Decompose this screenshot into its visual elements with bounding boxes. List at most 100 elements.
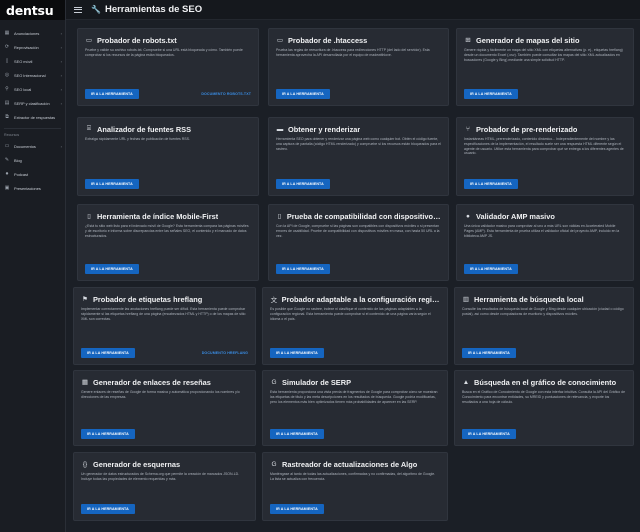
tool-card-footer: IR A LA HERRAMIENTA: [85, 264, 251, 274]
tool-card-footer: IR A LA HERRAMIENTA: [276, 264, 441, 274]
tool-card-header: {} Generador de esquernas: [81, 459, 248, 469]
sidebar-item-label: SERP y clasificación: [14, 100, 50, 106]
sidebar-item-r0[interactable]: ▭ Documentos ›: [0, 139, 65, 153]
sidebar-item-5[interactable]: ▤ SERP y clasificación ›: [0, 96, 65, 110]
chevron-right-icon: ›: [60, 30, 62, 36]
go-to-tool-button[interactable]: IR A LA HERRAMIENTA: [462, 348, 516, 358]
tool-card-footer: IR A LA HERRAMIENTA: [270, 504, 440, 514]
menu-icon[interactable]: [74, 6, 82, 13]
chevron-right-icon: ›: [60, 86, 62, 92]
sidebar-item-6[interactable]: ⧉ Extractor de respuestas: [0, 110, 65, 124]
font-icon: ⌸: [87, 125, 91, 132]
tool-card-description: Un generador de datos estructurados de S…: [81, 472, 240, 481]
go-to-tool-button[interactable]: IR A LA HERRAMIENTA: [464, 179, 518, 189]
branch-icon: ⑂: [466, 125, 470, 133]
sidebar-item-r3[interactable]: ▣ Presentaciones: [0, 181, 65, 195]
brand-name: dentsu: [6, 2, 54, 18]
go-to-tool-button[interactable]: IR A LA HERRAMIENTA: [85, 89, 139, 99]
tool-card-description: Manténgase al tanto de todas las actuali…: [270, 472, 436, 481]
tool-card-title: Generador de mapas del sitio: [476, 35, 580, 45]
tool-card-description: Extraiga rápidamente URL y fechas de pub…: [85, 137, 190, 141]
go-to-tool-button[interactable]: IR A LA HERRAMIENTA: [462, 429, 516, 439]
go-to-tool-button[interactable]: IR A LA HERRAMIENTA: [85, 179, 139, 189]
tool-card-header: ⊞ Generador de mapas del sitio: [464, 35, 626, 45]
chevron-right-icon: ›: [60, 143, 62, 149]
tool-card-title: Herramienta de búsqueda local: [474, 294, 584, 304]
mobile-icon: ▯: [87, 213, 91, 220]
sidebar-nav: ▦ Anunciaciones › ⟳ Reprovisación › ▯ SEO móvil…: [0, 20, 65, 124]
wrench-icon: 🔧: [91, 5, 101, 14]
go-to-tool-button[interactable]: IR A LA HERRAMIENTA: [85, 264, 139, 274]
tool-card: ⌸ Analizador de fuentes RSS Extraiga rápid…: [77, 117, 259, 196]
tool-card-description: Con la API de Google, compruebe si las p…: [276, 224, 440, 238]
go-to-tool-button[interactable]: IR A LA HERRAMIENTA: [270, 429, 324, 439]
sitemap-icon: ⊞: [465, 37, 471, 44]
tool-card-description: Genere rápida y fácilmente un mapa del s…: [464, 48, 623, 62]
sidebar-item-label: Presentaciones: [14, 185, 41, 191]
tool-card-footer: IR A LA HERRAMIENTA: [81, 429, 248, 439]
chevron-right-icon: ›: [60, 44, 62, 50]
tool-card-title: Generador de enlaces de reseñas: [93, 377, 211, 387]
tool-card: ▯ Herramienta de índice Mobile-First ¿Está…: [77, 204, 259, 281]
tool-card: ⑂ Probador de pre-renderizado Instantáneas…: [456, 117, 634, 196]
document-icon: ▭: [276, 37, 284, 44]
sidebar-item-0[interactable]: ▦ Anunciaciones ›: [0, 26, 65, 40]
mobile-icon: ▯: [277, 213, 282, 220]
tool-card-title: Probador de pre-renderizado: [476, 124, 578, 134]
tool-card: 文 Probador adaptable a la configuración r…: [262, 287, 448, 365]
go-to-tool-button[interactable]: IR A LA HERRAMIENTA: [81, 429, 135, 439]
document-icon: ▭: [85, 37, 93, 44]
sidebar-item-1[interactable]: ⟳ Reprovisación ›: [0, 40, 65, 54]
go-to-tool-button[interactable]: IR A LA HERRAMIENTA: [464, 264, 518, 274]
sidebar-item-3[interactable]: ◎ SEO Internacional ›: [0, 68, 65, 82]
pencil-icon: ✎: [4, 157, 10, 163]
tool-card-header: ▬ Obtener y renderizar: [276, 124, 441, 134]
sidebar-item-label: Podcast: [14, 171, 29, 177]
sidebar-item-r1[interactable]: ✎ Blog: [0, 153, 65, 167]
tool-card-footer: IR A LA HERRAMIENTA: [276, 179, 441, 189]
sidebar-item-2[interactable]: ▯ SEO móvil ›: [0, 54, 65, 68]
code-icon: {}: [82, 460, 88, 468]
go-to-tool-button[interactable]: IR A LA HERRAMIENTA: [276, 179, 330, 189]
tool-card-title: Probador de etiquetas hreflang: [93, 294, 203, 304]
tool-card-footer: IR A LA HERRAMIENTA: [462, 429, 626, 439]
go-to-tool-button[interactable]: IR A LA HERRAMIENTA: [81, 504, 135, 514]
documentation-link[interactable]: DOCUMENTO HREFLANG: [202, 351, 248, 355]
tool-card-footer: IR A LA HERRAMIENTA: [270, 429, 440, 439]
microphone-icon: ⏺: [5, 171, 9, 177]
sidebar-item-label: Reprovisación: [14, 44, 39, 50]
tool-card-description: Instantáneas HTML, prerenderizado, conte…: [464, 137, 624, 156]
tool-card-description: Busca en el Gráfico de Conocimiento de G…: [462, 390, 626, 404]
tool-card-header: ⑂ Probador de pre-renderizado: [464, 124, 626, 134]
tool-card: {} Generador de esquernas Un generador de …: [73, 452, 256, 521]
tool-card-title: Búsqueda en el gráfico de conocimiento: [474, 377, 617, 387]
sidebar-item-r2[interactable]: ⏺ Podcast: [0, 167, 65, 181]
brand-logo[interactable]: dentsu: [0, 0, 65, 20]
render-icon: ▬: [276, 125, 284, 133]
go-to-tool-button[interactable]: IR A LA HERRAMIENTA: [276, 89, 330, 99]
presentation-icon: ▣: [4, 185, 10, 191]
sidebar-item-label: Anunciaciones: [14, 30, 40, 36]
tool-card-header: ▯ Herramienta de índice Mobile-First: [85, 211, 251, 221]
tool-card-footer: IR A LA HERRAMIENTA: [81, 504, 248, 514]
tool-card: ⊞ Generador de mapas del sitio Genere rápi…: [456, 28, 634, 106]
sidebar: dentsu ▦ Anunciaciones › ⟳ Reprovisación › ▯ SE…: [0, 0, 66, 532]
go-to-tool-button[interactable]: IR A LA HERRAMIENTA: [81, 348, 135, 358]
tool-card: ⚑ Probador de etiquetas hreflang Implement…: [73, 287, 256, 365]
sidebar-resources: ▭ Documentos › ✎ Blog ⏺ Podcast ▣ Presentaciones: [0, 139, 65, 195]
tool-card: ▭ Probador de robots.txt Pruebe y valide s…: [77, 28, 259, 106]
tool-card-description: Herramienta SEO para obtener y renderiza…: [276, 137, 441, 151]
documentation-link[interactable]: DOCUMENTO ROBOTS.TXT: [201, 92, 251, 96]
go-to-tool-button[interactable]: IR A LA HERRAMIENTA: [270, 348, 324, 358]
tool-card-title: Validador AMP masivo: [476, 211, 555, 221]
chevron-right-icon: ›: [60, 72, 62, 78]
tool-card-footer: IR A LA HERRAMIENTA: [85, 179, 251, 189]
sidebar-item-4[interactable]: ⚲ SEO local ›: [0, 82, 65, 96]
sidebar-item-label: Extractor de respuestas: [14, 114, 56, 120]
warning-icon: ▲: [462, 378, 470, 386]
go-to-tool-button[interactable]: IR A LA HERRAMIENTA: [276, 264, 330, 274]
tool-card-header: ▭ Probador de robots.txt: [85, 35, 251, 45]
go-to-tool-button[interactable]: IR A LA HERRAMIENTA: [270, 504, 324, 514]
tool-card-title: Generador de esquernas: [93, 459, 181, 469]
go-to-tool-button[interactable]: IR A LA HERRAMIENTA: [464, 89, 518, 99]
